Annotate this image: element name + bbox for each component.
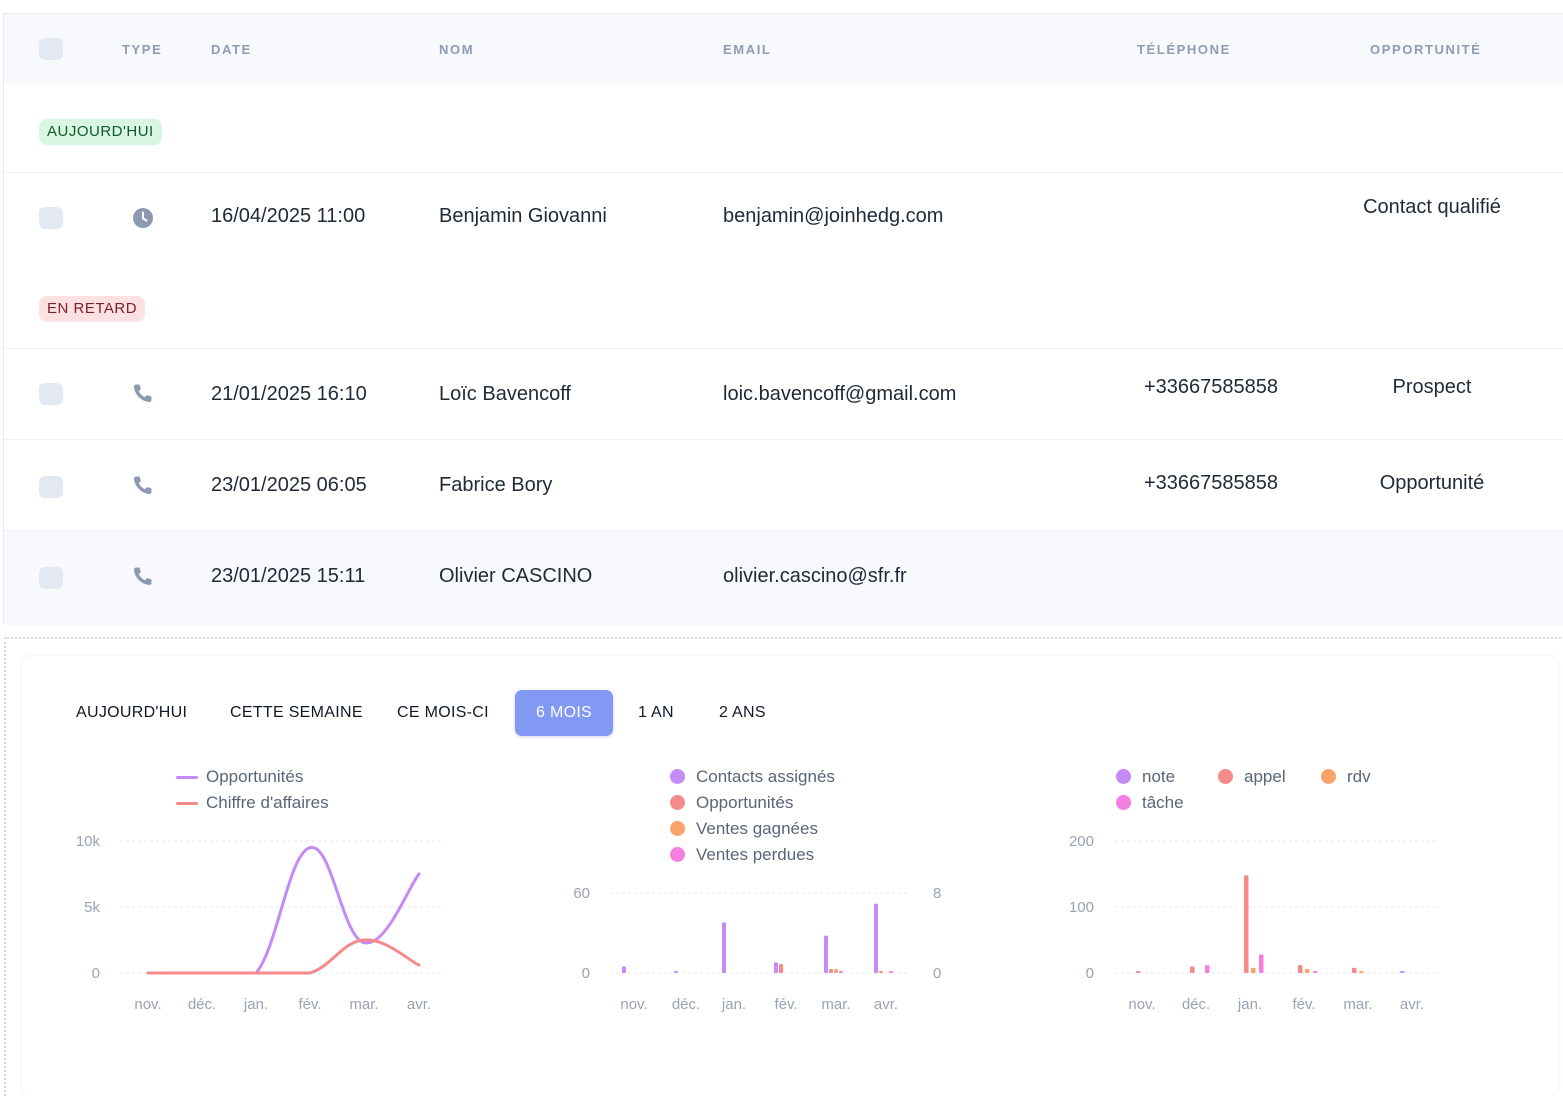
bar [722,922,726,973]
x-tick-label: mar. [1343,996,1372,1013]
x-tick-label: jan. [1237,996,1262,1013]
x-tick-label: fév. [298,996,321,1013]
bar [1251,967,1256,973]
x-tick-label: fév. [1292,996,1315,1013]
bar [674,971,678,973]
y-tick-label-right: 0 [933,965,941,982]
x-tick-label: jan. [243,996,268,1013]
y-tick-label: 100 [1069,899,1094,916]
y-tick-label-right: 8 [933,885,941,902]
bar [1136,971,1141,973]
y-tick-label: 0 [1086,965,1094,982]
x-tick-label: avr. [874,996,898,1013]
bar [829,969,833,973]
y-tick-label: 5k [84,899,100,916]
bar [1313,971,1318,973]
bar [834,969,838,973]
x-tick-label: avr. [407,996,431,1013]
bar [774,962,778,973]
bar [1244,875,1249,973]
x-tick-label: déc. [672,996,700,1013]
x-tick-label: nov. [1128,996,1155,1013]
bar [779,964,783,973]
x-tick-label: jan. [721,996,746,1013]
bar [879,971,883,973]
bar [622,966,626,973]
bar [1259,954,1264,973]
x-tick-label: mar. [349,996,378,1013]
y-tick-label: 0 [92,965,100,982]
x-tick-label: nov. [134,996,161,1013]
bar [1298,965,1303,973]
series-line [146,938,421,975]
x-tick-label: nov. [620,996,647,1013]
y-tick-label: 0 [582,965,590,982]
bar [1205,965,1210,973]
x-tick-label: déc. [1182,996,1210,1013]
bar [1305,969,1310,973]
x-tick-label: déc. [188,996,216,1013]
y-tick-label: 60 [573,885,590,902]
series-line [146,846,421,975]
x-tick-label: fév. [774,996,797,1013]
x-tick-label: mar. [821,996,850,1013]
y-tick-label: 200 [1069,833,1094,850]
y-tick-label: 10k [76,833,101,850]
bar [889,971,893,973]
bar [874,903,878,973]
bar [1359,971,1364,973]
bar [1352,967,1357,973]
bar [824,935,828,973]
bar [839,971,843,973]
bar [1190,966,1195,973]
line-chart-opportunites-ca: 10k 5k 0 nov. déc. jan. fév. mar. avr. 60 0 8 0 nov. d… [76,833,1438,1013]
bar [1400,971,1405,973]
x-tick-label: avr. [1400,996,1424,1013]
